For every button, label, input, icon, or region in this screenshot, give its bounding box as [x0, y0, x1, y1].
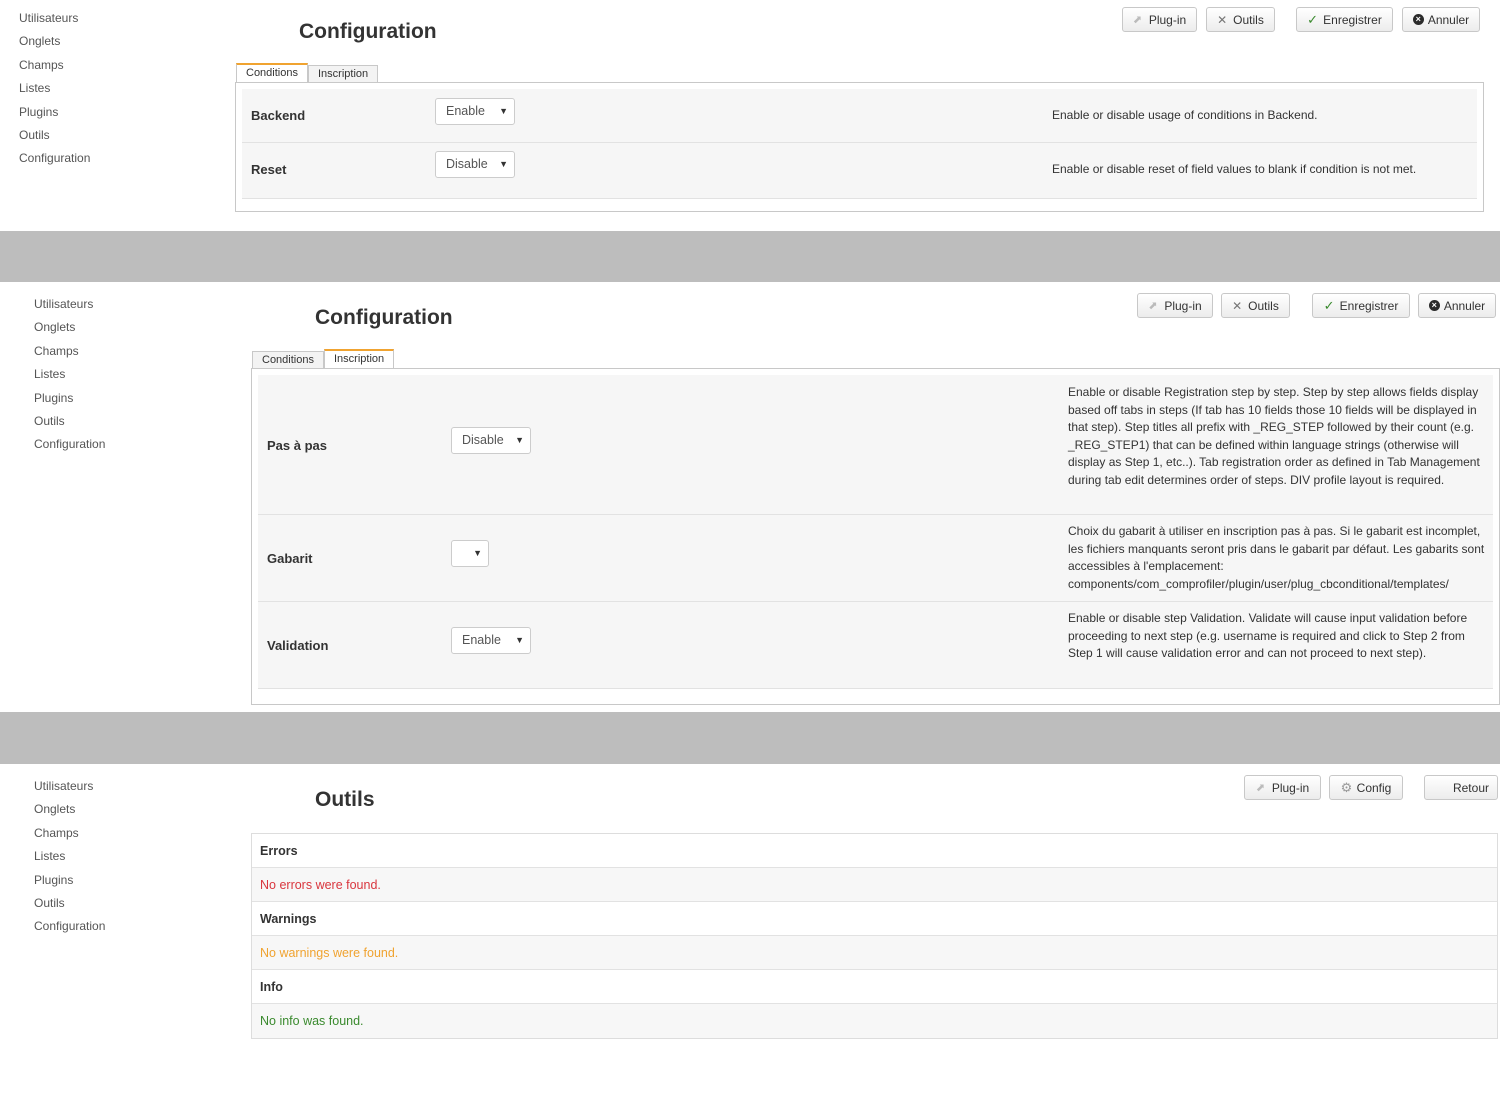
panel-config-inscription: Utilisateurs Onglets Champs Listes Plugi… — [0, 282, 1500, 712]
sidebar-item-utilisateurs[interactable]: Utilisateurs — [19, 7, 90, 30]
sidebar: Utilisateurs Onglets Champs Listes Plugi… — [34, 775, 105, 939]
sidebar-item-champs[interactable]: Champs — [19, 54, 90, 77]
chevron-down-icon: ▼ — [515, 635, 524, 645]
sidebar-item-listes[interactable]: Listes — [34, 845, 105, 868]
sidebar-item-configuration[interactable]: Configuration — [34, 915, 105, 938]
setting-label: Backend — [251, 108, 306, 123]
tab-inscription[interactable]: Inscription — [307, 65, 379, 82]
chevron-down-icon: ▼ — [499, 106, 508, 116]
setting-row-gabarit: Gabarit ▼ Choix du gabarit à utiliser en… — [258, 515, 1493, 602]
sidebar-item-plugins[interactable]: Plugins — [34, 387, 105, 410]
page-title: Configuration — [315, 306, 453, 329]
plugin-button[interactable]: ⬈ Plug-in — [1244, 775, 1321, 800]
tab-bar: Conditions Inscription — [236, 63, 379, 82]
plugin-icon: ⬈ — [1255, 781, 1266, 794]
plugin-button[interactable]: ⬈ Plug-in — [1137, 293, 1213, 318]
chevron-down-icon: ▼ — [515, 435, 524, 445]
page-title: Outils — [315, 788, 375, 811]
sidebar-item-utilisateurs[interactable]: Utilisateurs — [34, 775, 105, 798]
setting-label: Gabarit — [267, 551, 313, 566]
sidebar-item-listes[interactable]: Listes — [19, 77, 90, 100]
tab-inscription[interactable]: Inscription — [323, 349, 395, 368]
plugin-icon: ⬈ — [1148, 299, 1158, 312]
tab-bar: Conditions Inscription — [252, 349, 395, 368]
setting-row-pas-a-pas: Pas à pas Disable ▼ Enable or disable Re… — [258, 375, 1493, 515]
setting-label: Validation — [267, 638, 329, 653]
config-button[interactable]: ⚙ Config — [1329, 775, 1403, 800]
errors-message: No errors were found. — [252, 868, 1497, 902]
setting-label: Reset — [251, 162, 287, 177]
sidebar: Utilisateurs Onglets Champs Listes Plugi… — [19, 7, 90, 171]
check-icon: ✓ — [1307, 11, 1319, 27]
tools-button[interactable]: ✕ Outils — [1206, 7, 1275, 32]
toolbar: ⬈ Plug-in ⚙ Config Retour — [1244, 775, 1498, 800]
separator — [0, 231, 1500, 282]
sidebar-item-configuration[interactable]: Configuration — [19, 147, 90, 170]
chevron-down-icon: ▼ — [473, 548, 482, 558]
tab-conditions[interactable]: Conditions — [236, 63, 308, 82]
back-button[interactable]: Retour — [1424, 775, 1498, 800]
setting-description: Choix du gabarit à utiliser en inscripti… — [1068, 524, 1485, 591]
save-button[interactable]: ✓ Enregistrer — [1296, 7, 1393, 32]
sidebar-item-configuration[interactable]: Configuration — [34, 433, 105, 456]
cancel-button[interactable]: × Annuler — [1402, 7, 1480, 32]
cancel-button[interactable]: × Annuler — [1418, 293, 1496, 318]
toolbar: ⬈ Plug-in ✕ Outils ✓ Enregistrer × Annul… — [1122, 7, 1480, 32]
toolbar: ⬈ Plug-in ✕ Outils ✓ Enregistrer × Annul… — [1137, 293, 1496, 318]
gabarit-select[interactable]: ▼ — [451, 540, 489, 567]
sidebar-item-champs[interactable]: Champs — [34, 822, 105, 845]
sidebar-item-champs[interactable]: Champs — [34, 340, 105, 363]
plugin-icon: ⬈ — [1132, 13, 1143, 26]
save-button[interactable]: ✓ Enregistrer — [1312, 293, 1410, 318]
sidebar-item-outils[interactable]: Outils — [34, 410, 105, 433]
tools-icon: ✕ — [1232, 298, 1243, 313]
tools-button[interactable]: ✕ Outils — [1221, 293, 1290, 318]
sidebar-item-outils[interactable]: Outils — [19, 124, 90, 147]
gear-icon: ⚙ — [1340, 779, 1353, 795]
sidebar-item-utilisateurs[interactable]: Utilisateurs — [34, 293, 105, 316]
plugin-button[interactable]: ⬈ Plug-in — [1122, 7, 1197, 32]
backend-select[interactable]: Enable ▼ — [435, 98, 515, 125]
tab-conditions[interactable]: Conditions — [252, 351, 324, 368]
info-message: No info was found. — [252, 1004, 1497, 1038]
sidebar-item-onglets[interactable]: Onglets — [34, 798, 105, 821]
sidebar-item-listes[interactable]: Listes — [34, 363, 105, 386]
tab-content: Pas à pas Disable ▼ Enable or disable Re… — [251, 368, 1500, 705]
tab-content: Backend Enable ▼ Enable or disable usage… — [235, 82, 1484, 212]
sidebar-item-outils[interactable]: Outils — [34, 892, 105, 915]
tools-report: Errors No errors were found. Warnings No… — [251, 833, 1498, 1039]
panel-config-conditions: Utilisateurs Onglets Champs Listes Plugi… — [0, 0, 1500, 231]
setting-description: Enable or disable Registration step by s… — [1068, 385, 1480, 487]
cancel-icon: × — [1428, 300, 1440, 311]
section-heading-warnings: Warnings — [252, 902, 1497, 936]
warnings-message: No warnings were found. — [252, 936, 1497, 970]
validation-select[interactable]: Enable ▼ — [451, 627, 531, 654]
sidebar-item-plugins[interactable]: Plugins — [34, 869, 105, 892]
setting-description: Enable or disable usage of conditions in… — [1052, 108, 1318, 122]
sidebar-item-plugins[interactable]: Plugins — [19, 101, 90, 124]
page-title: Configuration — [299, 20, 437, 43]
sidebar: Utilisateurs Onglets Champs Listes Plugi… — [34, 293, 105, 457]
chevron-down-icon: ▼ — [499, 159, 508, 169]
sidebar-item-onglets[interactable]: Onglets — [34, 316, 105, 339]
sidebar-item-onglets[interactable]: Onglets — [19, 30, 90, 53]
check-icon: ✓ — [1323, 297, 1335, 313]
tools-icon: ✕ — [1217, 12, 1228, 27]
separator — [0, 712, 1500, 764]
reset-select[interactable]: Disable ▼ — [435, 151, 515, 178]
section-heading-errors: Errors — [252, 834, 1497, 868]
panel-outils: Utilisateurs Onglets Champs Listes Plugi… — [0, 764, 1500, 1095]
setting-description: Enable or disable step Validation. Valid… — [1068, 611, 1468, 660]
setting-row-reset: Reset Disable ▼ Enable or disable reset … — [242, 143, 1477, 199]
setting-row-backend: Backend Enable ▼ Enable or disable usage… — [242, 89, 1477, 143]
setting-row-validation: Validation Enable ▼ Enable or disable st… — [258, 602, 1493, 689]
pas-a-pas-select[interactable]: Disable ▼ — [451, 427, 531, 454]
cancel-icon: × — [1412, 14, 1424, 25]
setting-description: Enable or disable reset of field values … — [1052, 162, 1417, 176]
section-heading-info: Info — [252, 970, 1497, 1004]
setting-label: Pas à pas — [267, 438, 327, 453]
